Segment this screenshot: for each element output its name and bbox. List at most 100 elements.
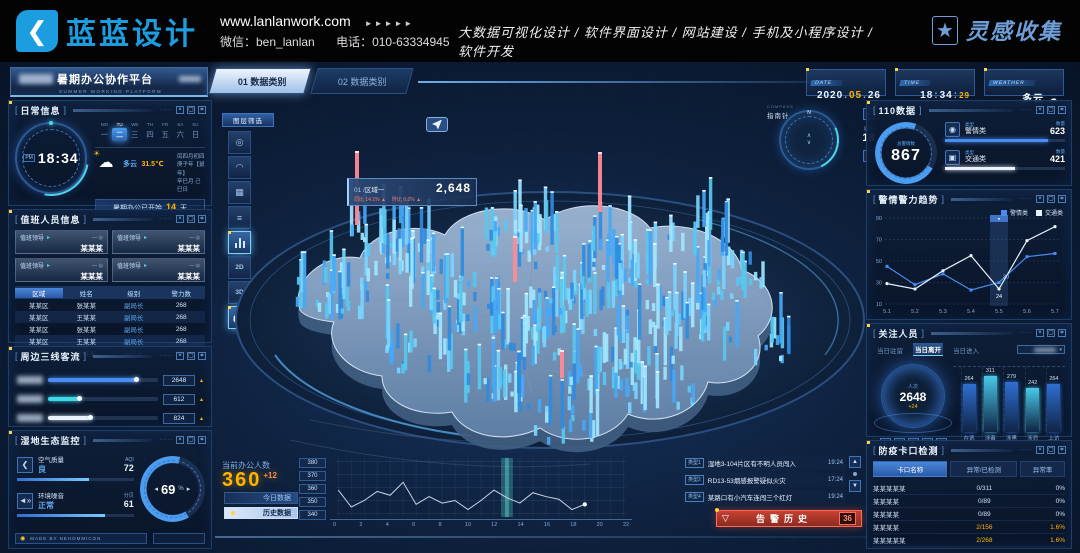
logo-glyph: ❮ [26,16,48,47]
star-icon: ★ [932,16,958,45]
svg-text:10: 10 [876,302,882,308]
window-icon[interactable]: ▢ [1047,329,1055,337]
right-arrow-icon[interactable]: ▸ [187,485,191,493]
close-icon[interactable]: × [1036,106,1044,114]
scroll-up-icon[interactable]: ▲ [849,456,861,468]
close-icon[interactable]: × [1036,195,1044,203]
header-tab-01[interactable]: 01 数据类别 [208,68,311,94]
window-icon[interactable]: ▢ [1047,446,1055,454]
header-tab-02[interactable]: 02 数据类别 [310,68,413,94]
window-icon[interactable]: ▢ [187,106,195,114]
expand-icon[interactable]: ⌗ [1058,106,1066,114]
expand-icon[interactable]: ⌗ [198,352,206,360]
alert-row[interactable]: 类型4某路口有小汽车连闯三个红灯19:24 [682,490,846,504]
window-icon[interactable]: ▢ [187,436,195,444]
flow-row: 2648▴ [17,374,203,386]
divider [951,198,1013,201]
credit-strip-right [153,533,205,544]
censored-block [19,74,53,84]
focus-bar: 264上访 [1046,367,1061,442]
checkpoint-row: 某某某某某2/2681.6% [873,534,1065,547]
panel-110-data: [ 110数据 ] ····· × ▢ ⌗ 总警情数 867 ◉类型警 [866,100,1072,186]
svg-text:5.2: 5.2 [911,309,919,315]
inspiration-collect: ★ 灵感收集 [932,14,1062,46]
week-day: SU日 [188,122,203,141]
expand-icon[interactable]: ⌗ [1058,329,1066,337]
censored-block [179,76,201,82]
focus-tab[interactable]: 当日进入 [951,344,981,356]
expand-icon[interactable]: ⌗ [198,106,206,114]
duty-card: 值班领导▸— ◎某某某 [15,258,108,282]
expand-icon[interactable]: ⌗ [198,436,206,444]
close-icon[interactable]: × [176,215,184,223]
expand-icon[interactable]: ⌗ [1058,195,1066,203]
alert-row[interactable]: 类型2RD13-53烟感报警疑似火灾17:24 [682,473,846,487]
bracket: ] [84,351,87,361]
divider [951,449,1013,452]
legend-item: 警情类 [1001,208,1028,217]
bracket: ] [922,328,925,338]
y-tick: 370 [299,471,326,481]
close-icon[interactable]: × [176,106,184,114]
credit-text: MADE BY NEHOMMICON [30,536,101,541]
close-icon[interactable]: × [176,436,184,444]
expand-icon[interactable]: ⌗ [1058,446,1066,454]
check-header-cell[interactable]: 卡口名称 [873,461,947,477]
region-select[interactable]: ▾ [1017,345,1065,354]
bracket: ] [942,194,945,204]
panel-title: 关注人员 [879,327,919,340]
window-icon[interactable]: ▢ [1047,195,1055,203]
map-marker-plane[interactable] [426,117,448,132]
eco-item: ❮空气质量良AQI72 [17,454,134,481]
sun-icon: ☀ [93,149,100,158]
checkpoint-row: 某某某某某0/3110% [873,482,1065,495]
window-icon[interactable]: ▢ [1047,106,1055,114]
window-icon[interactable]: ▢ [187,352,195,360]
banner-contact: www.lanlanwork.com ►►►►► 微信：ben_lanlan 电… [220,13,468,50]
banner-services: 大数据可视化设计 / 软件界面设计 / 网站建设 / 手机及小程序设计 / 软件… [458,22,888,60]
office-button-history[interactable]: 历史数据 [224,507,298,519]
week-day: MO一 [97,122,112,141]
x-tick: 4 [386,522,389,528]
alert-history-button[interactable]: ▽ 告警历史 36 [716,510,862,527]
alert-row[interactable]: 类型1湿地3-104片区有不明人员闯入19:24 [682,456,846,470]
week-day: TU二 [112,122,127,141]
table-row: 某某区张某某副局长268 [15,299,205,311]
speaker-icon: ◄» [17,493,33,509]
compass-en-label: COMPASS [767,104,794,109]
checkpoint-row: 某某某某0/890% [873,508,1065,521]
duty-card: 值班领导▸— ◎某某某 [15,230,108,254]
bracket: ] [919,105,922,115]
page-title: 暑期办公协作平台 [57,71,153,87]
close-icon[interactable]: × [1036,446,1044,454]
city-map[interactable] [230,140,870,485]
expand-icon[interactable]: ⌗ [198,215,206,223]
checkpoint-row: 某某某某0/890% [873,495,1065,508]
focus-tab[interactable]: 当日离开 [913,343,943,356]
svg-text:5.5: 5.5 [995,309,1003,315]
week-day: SA六 [173,122,188,141]
office-count-delta: +12 [263,471,277,480]
clock-widget: PM 18:34 [15,122,87,194]
collect-label: 灵感收集 [966,14,1062,46]
eco-gauge: ◂ 69 % ▸ [140,456,205,522]
scroll-down-icon[interactable]: ▼ [849,480,861,492]
office-count-value: 360+12 [222,469,277,492]
week-day: WE三 [127,122,142,141]
left-arrow-icon[interactable]: ◂ [154,485,158,493]
check-header-cell: 异常率 [1020,461,1065,477]
x-tick: 0 [333,522,336,528]
office-button-today[interactable]: 今日数据 [224,492,298,504]
dots: ····· [1020,107,1033,113]
focus-tabs: 当日驻留当日离开当日进入 ▾ [867,339,1071,356]
close-icon[interactable]: × [176,352,184,360]
banner-website[interactable]: www.lanlanwork.com [220,13,351,29]
svg-text:24: 24 [996,294,1002,300]
check-head: 卡口名称异常/已检测异常率 [867,456,1071,480]
window-icon[interactable]: ▢ [187,215,195,223]
panel-alarm-trend: [ 警情警力趋势 ] ····· × ▢ ⌗ 警情类交通类 9070503010… [866,189,1072,320]
panel-title: 防疫卡口检测 [879,444,939,457]
focus-tab[interactable]: 当日驻留 [875,344,905,356]
panel-title: 日常信息 [21,104,61,117]
close-icon[interactable]: × [1036,329,1044,337]
